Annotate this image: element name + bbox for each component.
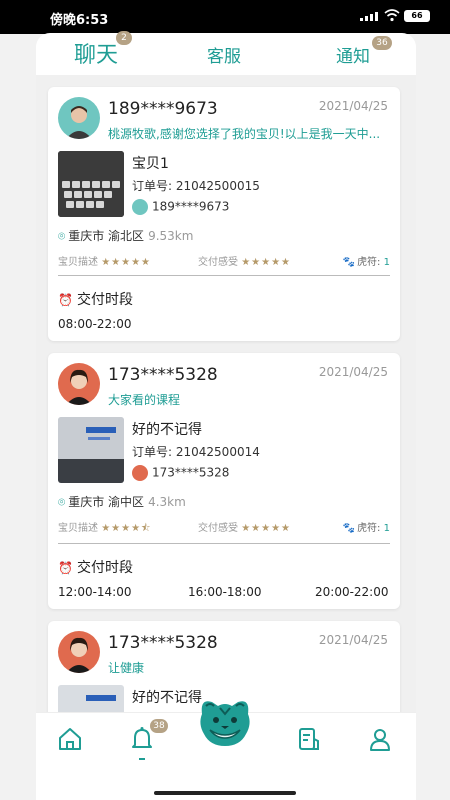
ratings-row: 宝贝描述 ★★★★⯪ 交付感受 ★★★★★ 🐾 虎符: 1 — [58, 523, 390, 534]
home-indicator[interactable] — [154, 791, 296, 795]
chat-card[interactable]: 189****9673 2021/04/25 桃源牧歌,感谢您选择了我的宝贝!以… — [48, 87, 400, 341]
chat-badge: 2 — [116, 31, 133, 45]
product-thumbnail[interactable] — [58, 417, 124, 483]
contact-phone: 173****5328 — [108, 633, 218, 653]
last-message: 大家看的课程 — [108, 393, 181, 407]
top-tab-bar: 聊天 2 客服 通知 36 — [36, 31, 416, 75]
avatar — [58, 97, 100, 139]
message-date: 2021/04/25 — [318, 365, 388, 379]
active-indicator — [139, 758, 145, 760]
buyer-avatar — [132, 199, 148, 215]
status-bar: 傍晚6:53 66 — [0, 0, 450, 34]
product-title: 宝贝1 — [132, 156, 169, 172]
delivery-slot-title: ⏰ 交付时段 — [58, 292, 133, 308]
tab-chat[interactable]: 聊天 2 — [74, 31, 133, 69]
product-thumbnail[interactable] — [58, 685, 124, 712]
description-stars: ★★★★⯪ — [101, 523, 152, 534]
contact-phone: 189****9673 — [108, 99, 218, 119]
ratings-row: 宝贝描述 ★★★★★ 交付感受 ★★★★★ 🐾 虎符: 1 — [58, 257, 390, 268]
delivery-slot-title: ⏰ 交付时段 — [58, 560, 133, 576]
delivery-stars: ★★★★★ — [241, 257, 292, 268]
tiger-center-button[interactable] — [196, 692, 254, 750]
delivery-slots: 12:00-14:00 16:00-18:00 20:00-22:00 — [58, 585, 390, 601]
notice-badge: 36 — [372, 36, 392, 50]
contact-phone: 173****5328 — [108, 365, 218, 385]
location-pin-icon: ⌾ — [58, 229, 66, 243]
description-stars: ★★★★★ — [101, 257, 152, 268]
alarm-clock-icon: ⏰ — [58, 293, 73, 307]
nav-home[interactable] — [56, 725, 84, 753]
tab-notice-label: 通知 — [336, 47, 370, 67]
nav-profile[interactable] — [366, 725, 394, 753]
buyer-info: 173****5328 — [132, 465, 229, 481]
message-date: 2021/04/25 — [318, 633, 388, 647]
home-indicator-area — [36, 770, 416, 800]
wifi-icon — [384, 8, 400, 26]
status-time: 傍晚6:53 — [50, 13, 109, 28]
location-pin-icon: ⌾ — [58, 495, 66, 509]
avatar — [58, 631, 100, 673]
tab-customer-service[interactable]: 客服 — [207, 42, 241, 67]
bell-badge: 38 — [150, 719, 168, 733]
message-date: 2021/04/25 — [318, 99, 388, 113]
alarm-clock-icon: ⏰ — [58, 561, 73, 575]
user-icon — [370, 729, 390, 751]
time-slot: 12:00-14:00 — [58, 585, 132, 599]
avatar — [58, 363, 100, 405]
tab-service-label: 客服 — [207, 47, 241, 67]
tab-chat-label: 聊天 — [74, 43, 119, 68]
product-thumbnail[interactable] — [58, 151, 124, 217]
delivery-slots: 08:00-22:00 — [58, 317, 390, 333]
order-number: 订单号: 21042500014 — [132, 445, 260, 459]
tiger-icon — [200, 701, 250, 746]
home-icon — [59, 728, 81, 750]
nav-notifications[interactable]: 38 — [128, 719, 168, 760]
time-slot: 16:00-18:00 — [188, 585, 262, 599]
location: ⌾ 重庆市 渝中区 4.3km — [58, 495, 186, 509]
buyer-avatar — [132, 465, 148, 481]
nav-orders[interactable] — [294, 725, 322, 753]
time-slot: 08:00-22:00 — [58, 317, 132, 331]
paw-icon: 🐾 — [342, 523, 356, 534]
chat-list[interactable]: 189****9673 2021/04/25 桃源牧歌,感谢您选择了我的宝贝!以… — [36, 75, 416, 712]
product-title: 好的不记得 — [132, 690, 202, 706]
document-icon — [299, 728, 319, 750]
paw-icon: 🐾 — [342, 257, 356, 268]
time-slot: 20:00-22:00 — [315, 585, 389, 599]
signal-icon — [360, 10, 382, 21]
delivery-stars: ★★★★★ — [241, 523, 292, 534]
battery-icon: 66 — [404, 10, 430, 22]
last-message: 桃源牧歌,感谢您选择了我的宝贝!以上是我一天中... — [108, 127, 381, 141]
chat-card[interactable]: 173****5328 2021/04/25 大家看的课程 好的不记得 订单号:… — [48, 353, 400, 609]
last-message: 让健康 — [108, 661, 145, 675]
product-title: 好的不记得 — [132, 422, 202, 438]
tab-notifications[interactable]: 通知 36 — [336, 36, 392, 67]
location: ⌾ 重庆市 渝北区 9.53km — [58, 229, 194, 243]
order-number: 订单号: 21042500015 — [132, 179, 260, 193]
divider — [58, 543, 390, 544]
divider — [58, 275, 390, 276]
buyer-info: 189****9673 — [132, 199, 229, 215]
